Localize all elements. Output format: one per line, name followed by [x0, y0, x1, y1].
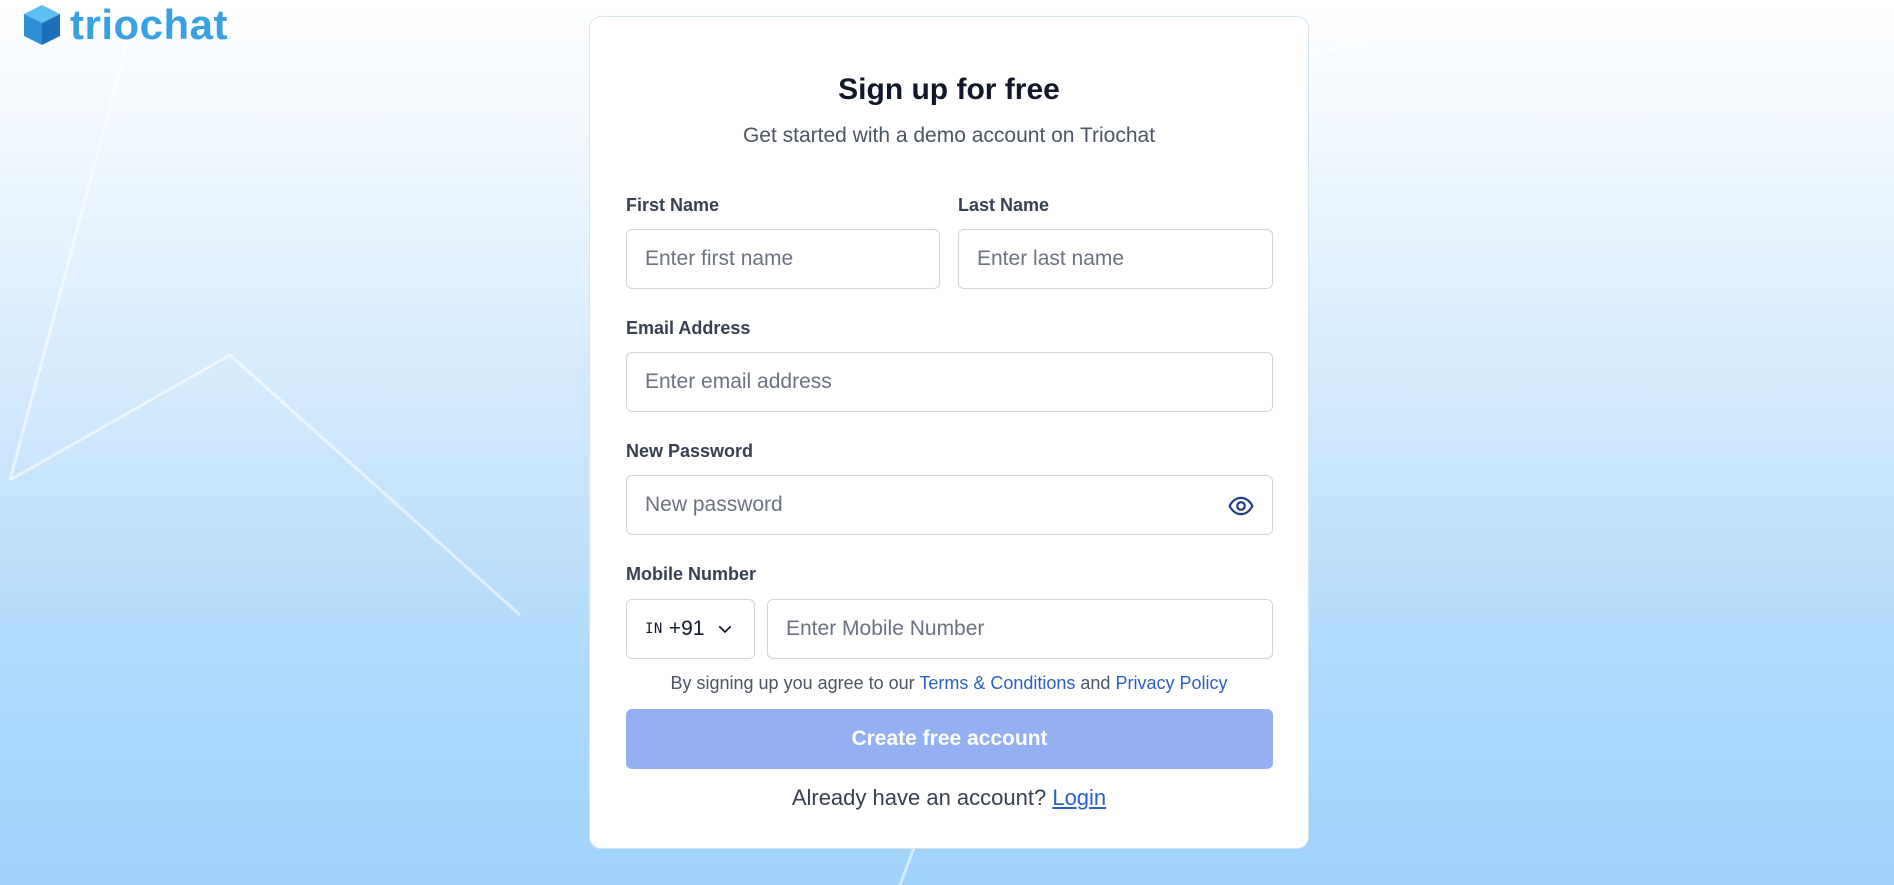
- dial-code: +91: [668, 617, 705, 640]
- login-prompt-text: Already have an account?: [791, 785, 1053, 810]
- email-field[interactable]: [626, 352, 1273, 412]
- brand-name: triochat: [70, 1, 229, 48]
- password-field[interactable]: [626, 475, 1273, 535]
- mobile-number-input[interactable]: [768, 600, 1272, 658]
- mobile-number-field[interactable]: [767, 599, 1273, 659]
- privacy-link[interactable]: Privacy Policy: [1115, 673, 1227, 693]
- page-title: Sign up for free: [838, 73, 1060, 106]
- last-name-field[interactable]: [958, 229, 1273, 289]
- country-code: IN: [645, 621, 663, 637]
- eye-icon[interactable]: [1228, 493, 1254, 519]
- mobile-label: Mobile Number: [626, 564, 757, 584]
- brand-logo[interactable]: triochat: [22, 2, 228, 48]
- page-subtitle: Get started with a demo account on Trioc…: [742, 124, 1156, 147]
- terms-agreement: By signing up you agree to our Terms & C…: [590, 673, 1308, 694]
- first-name-field[interactable]: [626, 229, 940, 289]
- login-link[interactable]: Login: [1052, 785, 1106, 810]
- cube-logo-icon: [24, 5, 60, 45]
- last-name-label: Last Name: [958, 195, 1050, 215]
- agreement-prefix: By signing up you agree to our: [670, 673, 920, 693]
- password-input[interactable]: [627, 476, 1272, 534]
- first-name-label: First Name: [626, 195, 720, 215]
- create-account-button[interactable]: Create free account: [626, 709, 1273, 769]
- country-code-select[interactable]: IN +91: [626, 599, 755, 659]
- signup-card: Sign up for free Get started with a demo…: [589, 16, 1309, 849]
- chevron-down-icon: [719, 625, 732, 633]
- password-label: New Password: [626, 441, 754, 461]
- email-input[interactable]: [627, 353, 1272, 411]
- email-label: Email Address: [626, 318, 751, 338]
- login-prompt: Already have an account? Login: [590, 785, 1308, 811]
- agreement-and: and: [1075, 673, 1116, 693]
- last-name-input[interactable]: [959, 230, 1272, 288]
- first-name-input[interactable]: [627, 230, 939, 288]
- terms-link[interactable]: Terms & Conditions: [919, 673, 1075, 693]
